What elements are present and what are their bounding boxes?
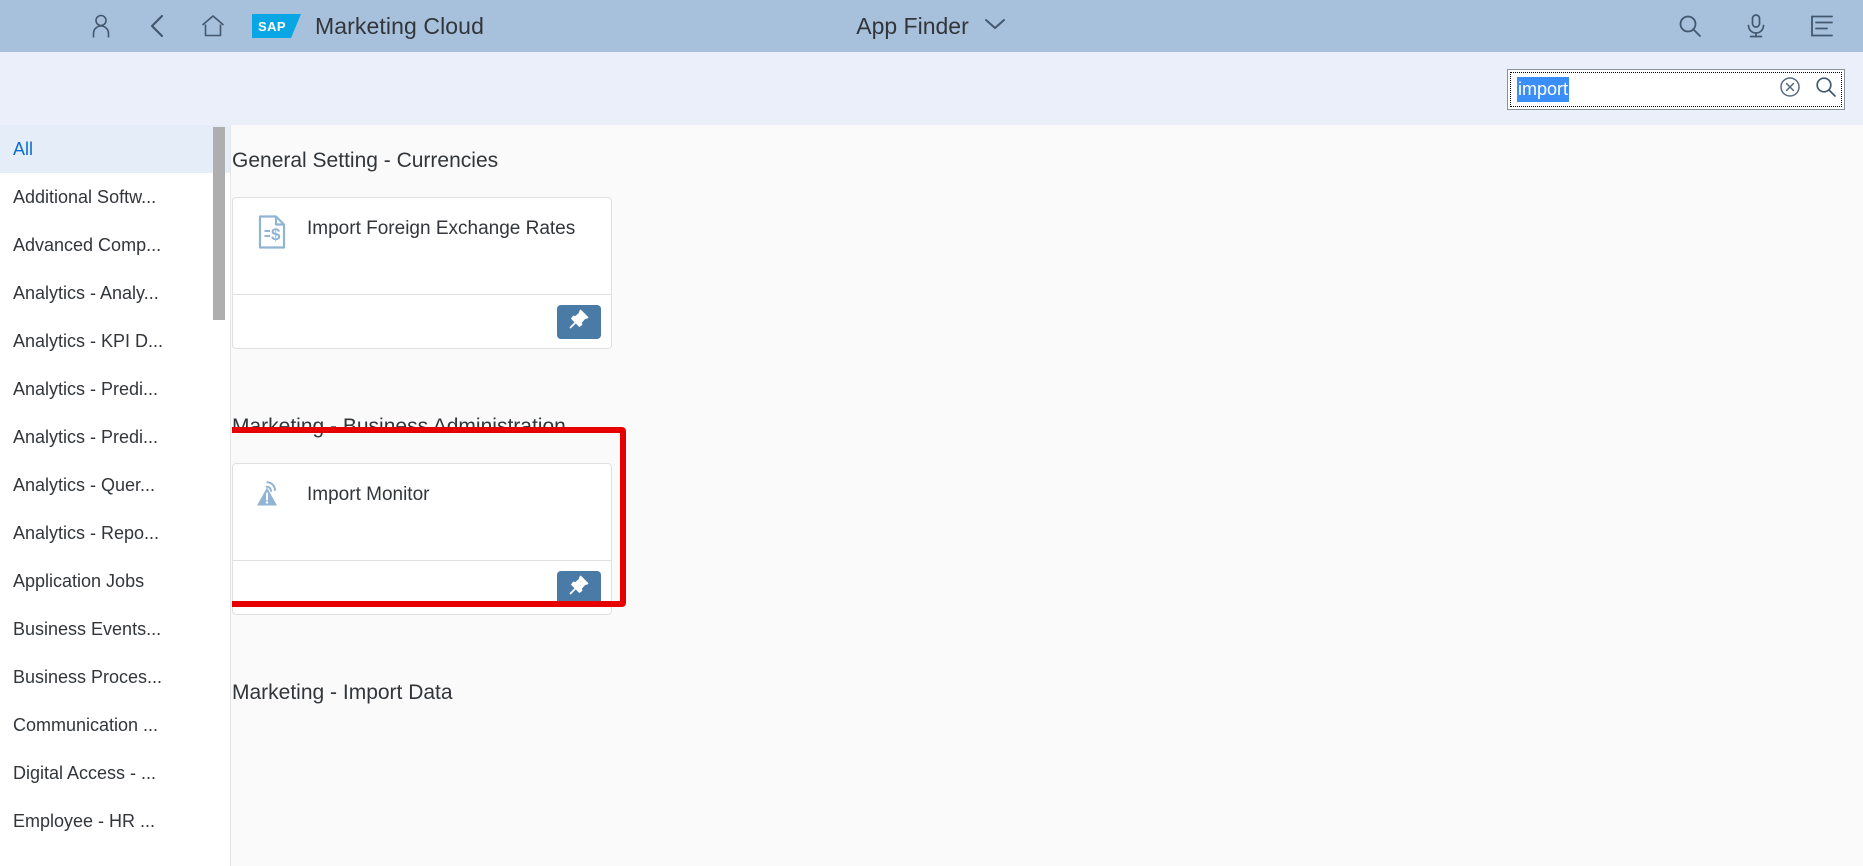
back-button[interactable] bbox=[134, 3, 180, 49]
sidebar-item-additional-softw[interactable]: Additional Softw... bbox=[0, 173, 230, 221]
sidebar-item-label: Advanced Comp... bbox=[13, 234, 162, 255]
sidebar-item-label: Analytics - KPI D... bbox=[13, 330, 164, 351]
sidebar-item-label: Analytics - Repo... bbox=[13, 522, 160, 543]
sidebar-scrollbar-thumb[interactable] bbox=[213, 127, 225, 320]
user-icon bbox=[89, 13, 113, 39]
pin-button[interactable] bbox=[557, 304, 601, 339]
body-area: All Additional Softw... Advanced Comp... An… bbox=[0, 125, 1863, 866]
sidebar-item-label: Digital Access - ... bbox=[13, 762, 157, 783]
voice-search-button[interactable] bbox=[1733, 3, 1779, 49]
app-title-dropdown[interactable]: App Finder bbox=[856, 13, 1007, 40]
sap-logo: SAP bbox=[252, 14, 301, 38]
clear-circle-icon bbox=[1779, 76, 1801, 103]
search-icon bbox=[1814, 75, 1838, 104]
sidebar-item-label: Communication ... bbox=[13, 714, 159, 735]
tile-row: Import Monitor bbox=[232, 463, 612, 615]
search-icon bbox=[1677, 13, 1703, 39]
sidebar-item-business-proces[interactable]: Business Proces... bbox=[0, 653, 230, 701]
microphone-icon bbox=[1744, 13, 1768, 39]
sidebar-item-analytics-quer[interactable]: Analytics - Quer... bbox=[0, 461, 230, 509]
tile-title: Import Monitor bbox=[307, 484, 430, 505]
sidebar-item-analytics-predi[interactable]: Analytics - Predi... bbox=[0, 365, 230, 413]
app-title: App Finder bbox=[856, 12, 969, 39]
app-tile-import-foreign-exchange-rates[interactable]: $ Import Foreign Exchange Rates bbox=[232, 197, 612, 349]
group-title: General Setting - Currencies bbox=[232, 149, 499, 172]
tile-footer bbox=[233, 294, 611, 348]
sidebar-item-label: All bbox=[13, 138, 34, 159]
sidebar-item-label: Additional Softw... bbox=[13, 186, 157, 207]
sidebar-item-business-events[interactable]: Business Events... bbox=[0, 605, 230, 653]
back-icon bbox=[147, 13, 167, 39]
sidebar-item-label: Employee - HR ... bbox=[13, 810, 156, 831]
tile-row: $ Import Foreign Exchange Rates bbox=[232, 197, 612, 349]
sidebar-item-label: Analytics - Predi... bbox=[13, 378, 159, 399]
sidebar-item-digital-access[interactable]: Digital Access - ... bbox=[0, 749, 230, 797]
sidebar-item-label: Analytics - Predi... bbox=[13, 426, 159, 447]
sidebar-item-label: Analytics - Analy... bbox=[13, 282, 159, 303]
sidebar-item-label: Application Jobs bbox=[13, 570, 145, 591]
user-avatar-button[interactable] bbox=[78, 3, 124, 49]
pin-button[interactable] bbox=[557, 570, 601, 605]
shell-header: SAP Marketing Cloud App Finder bbox=[0, 0, 1863, 52]
brand-title: Marketing Cloud bbox=[315, 12, 484, 39]
sidebar-item-advanced-comp[interactable]: Advanced Comp... bbox=[0, 221, 230, 269]
search-input-value[interactable]: import bbox=[1517, 77, 1570, 102]
sidebar-item-communication[interactable]: Communication ... bbox=[0, 701, 230, 749]
sidebar-item-employee-hr[interactable]: Employee - HR ... bbox=[0, 797, 230, 845]
tile-body: Import Monitor bbox=[233, 464, 611, 560]
header-search-button[interactable] bbox=[1667, 3, 1713, 49]
sidebar-item-analytics-predi[interactable]: Analytics - Predi... bbox=[0, 413, 230, 461]
group-title: Marketing - Import Data bbox=[232, 681, 453, 704]
sidebar-item-analytics-analy[interactable]: Analytics - Analy... bbox=[0, 269, 230, 317]
home-button[interactable] bbox=[190, 3, 236, 49]
tile-title: Import Foreign Exchange Rates bbox=[307, 218, 576, 239]
category-list: All Additional Softw... Advanced Comp... An… bbox=[0, 125, 230, 845]
search-submit-button[interactable] bbox=[1808, 70, 1844, 109]
notifications-button[interactable] bbox=[1799, 3, 1845, 49]
app-search-field[interactable]: import bbox=[1507, 69, 1845, 110]
tile-footer bbox=[233, 560, 611, 614]
sidebar-item-application-jobs[interactable]: Application Jobs bbox=[0, 557, 230, 605]
sidebar-item-analytics-repo[interactable]: Analytics - Repo... bbox=[0, 509, 230, 557]
tile-group-general-setting-currencies: General Setting - Currencies $ Import Fo… bbox=[232, 149, 612, 349]
sidebar-item-label: Analytics - Quer... bbox=[13, 474, 156, 495]
app-tiles-content: General Setting - Currencies $ Import Fo… bbox=[232, 125, 1863, 866]
search-clear-button[interactable] bbox=[1772, 70, 1808, 109]
category-sidebar[interactable]: All Additional Softw... Advanced Comp... An… bbox=[0, 125, 231, 866]
subheader-bar: import bbox=[0, 52, 1863, 125]
document-dollar-icon: $ bbox=[255, 215, 289, 249]
sidebar-item-analytics-kpi-d[interactable]: Analytics - KPI D... bbox=[0, 317, 230, 365]
pin-icon bbox=[568, 308, 590, 335]
notification-list-icon bbox=[1808, 14, 1836, 38]
tile-group-marketing-business-administration: Marketing - Business Administration Impo… bbox=[232, 415, 612, 615]
app-tile-import-monitor[interactable]: Import Monitor bbox=[232, 463, 612, 615]
home-icon bbox=[200, 13, 226, 39]
tile-body: $ Import Foreign Exchange Rates bbox=[233, 198, 611, 294]
sidebar-item-label: Business Proces... bbox=[13, 666, 163, 687]
svg-text:SAP: SAP bbox=[258, 19, 286, 34]
svg-text:$: $ bbox=[271, 225, 281, 244]
sidebar-item-label: Business Events... bbox=[13, 618, 162, 639]
chevron-down-icon bbox=[983, 17, 1007, 36]
sidebar-item-all[interactable]: All bbox=[0, 125, 230, 173]
warning-signal-icon bbox=[255, 481, 289, 515]
tile-group-marketing-import-data: Marketing - Import Data bbox=[232, 681, 453, 705]
header-right-group bbox=[1667, 0, 1845, 52]
group-title: Marketing - Business Administration bbox=[232, 415, 566, 438]
header-left-group: SAP Marketing Cloud bbox=[0, 0, 484, 52]
pin-icon bbox=[568, 574, 590, 601]
